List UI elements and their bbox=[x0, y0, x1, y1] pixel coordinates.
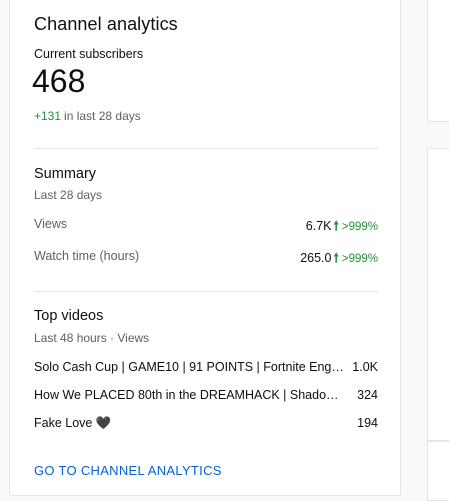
subscribers-period: in last 28 days bbox=[64, 109, 141, 123]
summary-period: Last 28 days bbox=[34, 188, 103, 202]
adjacent-card-bottom bbox=[427, 441, 449, 501]
video-title[interactable]: Fake Love 🖤 bbox=[34, 416, 346, 431]
metric-label: Watch time (hours) bbox=[34, 249, 140, 263]
video-views: 324 bbox=[357, 388, 378, 402]
metric-value-group: 6.7K 🠕 >999% bbox=[306, 217, 378, 238]
arrow-up-icon: 🠕 bbox=[333, 251, 339, 265]
video-views: 1.0K bbox=[352, 360, 378, 374]
divider bbox=[34, 148, 378, 149]
subscribers-delta: +131 bbox=[34, 109, 62, 123]
adjacent-card-middle bbox=[427, 148, 449, 441]
arrow-up-icon: 🠕 bbox=[333, 219, 339, 233]
top-video-row[interactable]: Solo Cash Cup | GAME10 | 91 POINTS | For… bbox=[34, 360, 378, 378]
metric-value: 265.0 bbox=[300, 251, 332, 265]
metric-change: >999% bbox=[341, 253, 378, 265]
top-videos-period: Last 48 hours · Views bbox=[34, 331, 150, 345]
metric-value-group: 265.0 🠕 >999% bbox=[300, 249, 378, 270]
subscribers-label: Current subscribers bbox=[34, 47, 144, 61]
subscribers-change: +131 in last 28 days bbox=[34, 109, 141, 123]
channel-analytics-card: Channel analytics Current subscribers 46… bbox=[9, 0, 401, 496]
adjacent-card-top bbox=[427, 0, 449, 122]
metric-row-views: Views 6.7K 🠕 >999% bbox=[34, 217, 378, 235]
metric-label: Views bbox=[34, 217, 68, 231]
metric-change: >999% bbox=[341, 221, 378, 233]
card-title: Channel analytics bbox=[34, 14, 178, 34]
video-views: 194 bbox=[357, 416, 378, 430]
top-video-row[interactable]: How We PLACED 80th in the DREAMHACK | Sh… bbox=[34, 388, 378, 406]
top-video-row[interactable]: Fake Love 🖤 194 bbox=[34, 416, 378, 434]
video-title[interactable]: Solo Cash Cup | GAME10 | 91 POINTS | For… bbox=[34, 360, 346, 374]
metric-row-watch-time: Watch time (hours) 265.0 🠕 >999% bbox=[34, 249, 378, 267]
video-title[interactable]: How We PLACED 80th in the DREAMHACK | Sh… bbox=[34, 388, 346, 402]
metric-value: 6.7K bbox=[305, 219, 332, 233]
top-videos-title: Top videos bbox=[34, 308, 104, 324]
summary-title: Summary bbox=[34, 166, 97, 182]
go-to-channel-analytics-link[interactable]: GO TO CHANNEL ANALYTICS bbox=[34, 463, 222, 478]
subscribers-count: 468 bbox=[32, 63, 86, 99]
divider bbox=[34, 291, 378, 292]
